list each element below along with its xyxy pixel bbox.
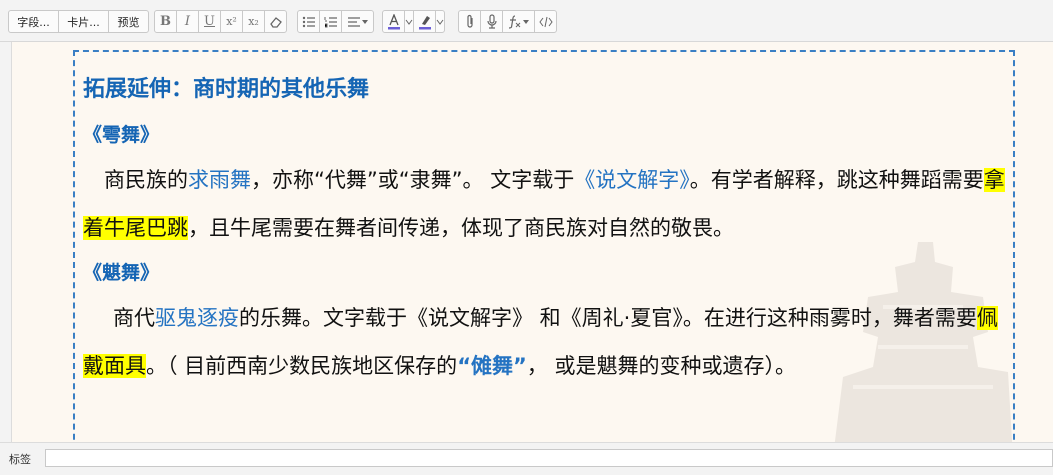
text-run: ， 或是魌舞的变种或遗存）。 — [526, 354, 796, 378]
editor-toolbar: 字段... 卡片... 预览 B I U x² x₂ — [0, 0, 1053, 42]
align-left-icon — [347, 16, 360, 27]
bold-keyword: “傩舞” — [457, 354, 527, 378]
extension-card: 拓展延伸：商时期的其他乐舞 《雩舞》 商民族的求雨舞，亦称“代舞”或“隶舞”。 … — [73, 50, 1015, 442]
keyword-link[interactable]: 《说文解字》 — [574, 168, 690, 192]
text-run: 商代 — [113, 306, 155, 330]
text-run: ，且牛尾需要在舞者间传递，体现了商民族对自然的敬畏。 — [188, 216, 734, 240]
attach-button[interactable] — [458, 10, 481, 33]
highlight-color-dropdown[interactable] — [435, 10, 445, 33]
eraser-icon — [269, 16, 282, 28]
chevron-down-icon — [405, 19, 413, 25]
card-title: 拓展延伸：商时期的其他乐舞 — [83, 77, 370, 102]
highlight-color-button[interactable] — [413, 10, 436, 33]
code-icon — [538, 16, 553, 27]
record-button[interactable] — [480, 10, 503, 33]
fields-button[interactable]: 字段... — [8, 10, 59, 33]
numbered-list-icon — [324, 16, 337, 27]
underline-button[interactable]: U — [198, 10, 221, 33]
paperclip-icon — [466, 14, 473, 28]
align-dropdown[interactable] — [341, 10, 374, 33]
section-heading: 《雩舞》 — [83, 124, 160, 146]
keyword-link[interactable]: 求雨舞 — [188, 168, 251, 192]
section-paragraph: 商代驱鬼逐疫的乐舞。文字载于《说文解字》 和《周礼·夏官》。在进行这种雨雾时，舞… — [83, 294, 1013, 390]
microphone-icon — [486, 14, 497, 29]
text-run: 。有学者解释，跳这种舞蹈需要 — [689, 168, 984, 192]
tags-bar: 标签 — [0, 442, 1053, 475]
list-group — [297, 10, 374, 33]
italic-button[interactable]: I — [176, 10, 199, 33]
text-run: ，亦称“代舞”或“隶舞”。 文字载于 — [251, 168, 575, 192]
math-dropdown[interactable] — [502, 10, 535, 33]
chevron-down-icon — [436, 19, 444, 25]
section-heading: 《魌舞》 — [83, 262, 160, 284]
format-group: B I U x² x₂ — [154, 10, 287, 33]
text-run: 。（ 目前西南少数民族地区保存的 — [146, 354, 458, 378]
subscript-button[interactable]: x₂ — [242, 10, 265, 33]
tags-input[interactable] — [45, 449, 1053, 467]
highlighter-icon — [418, 15, 431, 29]
eraser-button[interactable] — [264, 10, 287, 33]
superscript-button[interactable]: x² — [220, 10, 243, 33]
function-icon — [508, 14, 521, 29]
caret-down-icon — [361, 19, 368, 24]
card-editor[interactable]: 拓展延伸：商时期的其他乐舞 《雩舞》 商民族的求雨舞，亦称“代舞”或“隶舞”。 … — [11, 42, 1053, 442]
section-paragraph: 商民族的求雨舞，亦称“代舞”或“隶舞”。 文字载于《说文解字》。有学者解释，跳这… — [83, 156, 1013, 252]
media-group — [458, 10, 557, 33]
html-editor-button[interactable] — [534, 10, 557, 33]
bullet-list-button[interactable] — [297, 10, 320, 33]
text-color-icon — [387, 13, 400, 29]
numbered-list-button[interactable] — [319, 10, 342, 33]
caret-down-icon — [523, 19, 529, 24]
text-color-button[interactable] — [382, 10, 405, 33]
bullet-list-icon — [302, 16, 315, 27]
text-run: 的乐舞。文字载于《说文解字》 和《周礼·夏官》。在进行这种雨雾时，舞者需要 — [239, 306, 977, 330]
keyword-link[interactable]: 驱鬼逐疫 — [155, 306, 239, 330]
text-run: 商民族的 — [104, 168, 188, 192]
cards-button[interactable]: 卡片... — [58, 10, 109, 33]
color-group — [382, 10, 445, 33]
tags-label: 标签 — [9, 453, 31, 466]
preview-button[interactable]: 预览 — [108, 10, 149, 33]
bold-button[interactable]: B — [154, 10, 177, 33]
field-card-preview-group: 字段... 卡片... 预览 — [8, 10, 149, 33]
